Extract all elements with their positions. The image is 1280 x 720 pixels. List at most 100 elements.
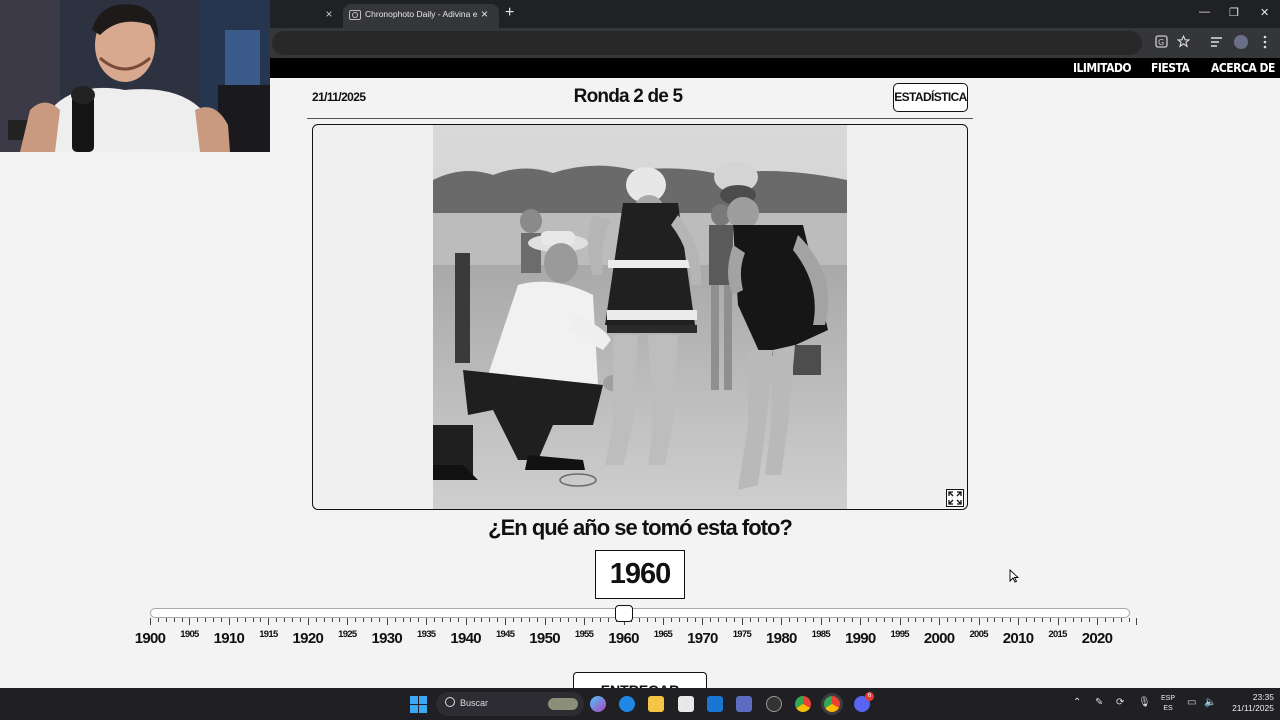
windows-start-icon[interactable]	[410, 696, 427, 713]
nav-unlimited[interactable]: ILIMITADO	[1073, 61, 1132, 75]
tray-chevron-icon[interactable]: ⌃	[1073, 697, 1081, 708]
close-tab-icon[interactable]: ×	[481, 7, 488, 21]
slider-tick	[962, 618, 964, 622]
slider-tick	[639, 618, 641, 622]
slider-tick	[363, 618, 365, 622]
slider-tick	[307, 618, 309, 625]
slider-tick	[370, 618, 372, 622]
slider-tick	[781, 618, 783, 625]
slider-tick	[836, 618, 838, 622]
translate-icon[interactable]: G	[1155, 35, 1168, 48]
slider-year-label: 1960	[608, 630, 639, 647]
slider-tick	[789, 618, 791, 622]
slider-year-label: 1970	[687, 630, 718, 647]
slider-tick	[726, 618, 728, 622]
slider-tick	[876, 618, 878, 622]
slider-tick	[733, 618, 735, 622]
windows-taskbar: Buscar 6 ⌃ ✎ ⟳ 🎙 ESP ES ▭ 🔈 23:35 21/11/…	[0, 688, 1280, 720]
header-divider	[307, 118, 973, 119]
slider-tick	[284, 618, 286, 622]
language-code: ESP	[1160, 695, 1175, 702]
pen-icon[interactable]: ✎	[1095, 697, 1103, 708]
slider-tick	[1002, 618, 1004, 622]
taskbar-clock[interactable]: 23:35 21/11/2025	[1222, 692, 1274, 714]
tab-title: Chronophoto Daily - Adivina el año	[365, 9, 477, 19]
slider-tick	[584, 618, 586, 625]
outlook-icon[interactable]	[707, 696, 723, 712]
slider-tick	[1025, 618, 1027, 622]
slider-tick	[931, 618, 933, 622]
profile-avatar[interactable]	[1234, 35, 1248, 49]
slider-tick	[426, 618, 428, 625]
chrome-icon[interactable]	[795, 696, 811, 712]
slider-tick	[662, 618, 664, 625]
year-slider-thumb[interactable]	[614, 605, 633, 622]
menu-kebab-icon[interactable]	[1262, 35, 1268, 49]
sync-icon[interactable]: ⟳	[1116, 697, 1124, 708]
network-icon[interactable]: ▭	[1187, 697, 1196, 708]
slider-tick	[276, 618, 278, 622]
minimize-button[interactable]: —	[1199, 6, 1210, 18]
settings-app-icon[interactable]	[766, 696, 782, 712]
slider-tick	[236, 618, 238, 622]
slider-tick	[489, 618, 491, 622]
nav-party[interactable]: FIESTA	[1151, 61, 1190, 75]
slider-tick	[1018, 618, 1020, 625]
slider-tick	[710, 618, 712, 622]
slider-tick	[544, 618, 546, 625]
slider-tick	[757, 618, 759, 622]
volume-icon[interactable]: 🔈	[1204, 697, 1216, 708]
slider-tick	[386, 618, 388, 625]
year-slider-track[interactable]	[150, 608, 1130, 618]
copilot-icon[interactable]	[590, 696, 606, 712]
restore-button[interactable]: ❐	[1229, 6, 1239, 19]
slider-tick	[449, 618, 451, 622]
slider-tick	[694, 618, 696, 622]
slider-year-label: 2020	[1081, 630, 1113, 647]
new-tab-button[interactable]: +	[505, 4, 514, 22]
slider-tick	[907, 618, 909, 622]
question-heading: ¿En qué año se tomó esta foto?	[488, 515, 793, 540]
bookmark-star-icon[interactable]	[1177, 35, 1190, 48]
slider-tick	[805, 618, 806, 622]
slider-tick	[844, 618, 846, 622]
slider-tick	[994, 618, 996, 622]
slider-year-label: 1980	[766, 630, 797, 647]
close-tab-icon[interactable]: ×	[322, 6, 336, 22]
slider-tick	[378, 618, 380, 622]
reading-list-icon[interactable]	[1210, 36, 1223, 48]
address-bar[interactable]	[272, 31, 1142, 55]
language-sub: ES	[1163, 705, 1173, 712]
historical-photo[interactable]	[433, 125, 847, 510]
slider-tick	[1010, 618, 1012, 622]
slider-tick	[252, 618, 254, 622]
store-icon[interactable]	[678, 696, 694, 712]
edge-icon[interactable]	[619, 696, 635, 712]
slider-tick	[189, 618, 191, 625]
taskbar-search[interactable]: Buscar	[436, 692, 584, 716]
statistics-button[interactable]: ESTADÍSTICA	[893, 83, 968, 112]
slider-year-label: 1950	[529, 630, 560, 647]
fullscreen-icon[interactable]	[946, 489, 964, 507]
slider-tick	[513, 618, 515, 622]
language-indicator[interactable]: ESP ES	[1160, 694, 1176, 714]
slider-tick	[1065, 618, 1067, 622]
slider-year-label: 1900	[134, 630, 166, 647]
chrome-active-icon[interactable]	[824, 696, 840, 712]
slider-tick	[986, 618, 988, 622]
clock-time: 23:35	[1252, 692, 1274, 702]
close-window-button[interactable]: ✕	[1260, 6, 1269, 19]
slider-year-label-minor: 1935	[417, 629, 436, 640]
microphone-icon[interactable]: 🎙	[1138, 697, 1151, 708]
slider-tick	[315, 618, 317, 622]
slider-tick	[339, 618, 341, 622]
teams-icon[interactable]	[736, 696, 752, 712]
slider-tick	[678, 618, 680, 622]
file-explorer-icon[interactable]	[648, 696, 664, 712]
slider-tick	[812, 618, 814, 622]
slider-tick	[292, 618, 294, 622]
slider-tick	[205, 618, 207, 622]
search-icon	[445, 697, 455, 707]
browser-tab-active[interactable]: Chronophoto Daily - Adivina el año ×	[343, 4, 499, 28]
nav-about[interactable]: ACERCA DE	[1211, 61, 1275, 75]
